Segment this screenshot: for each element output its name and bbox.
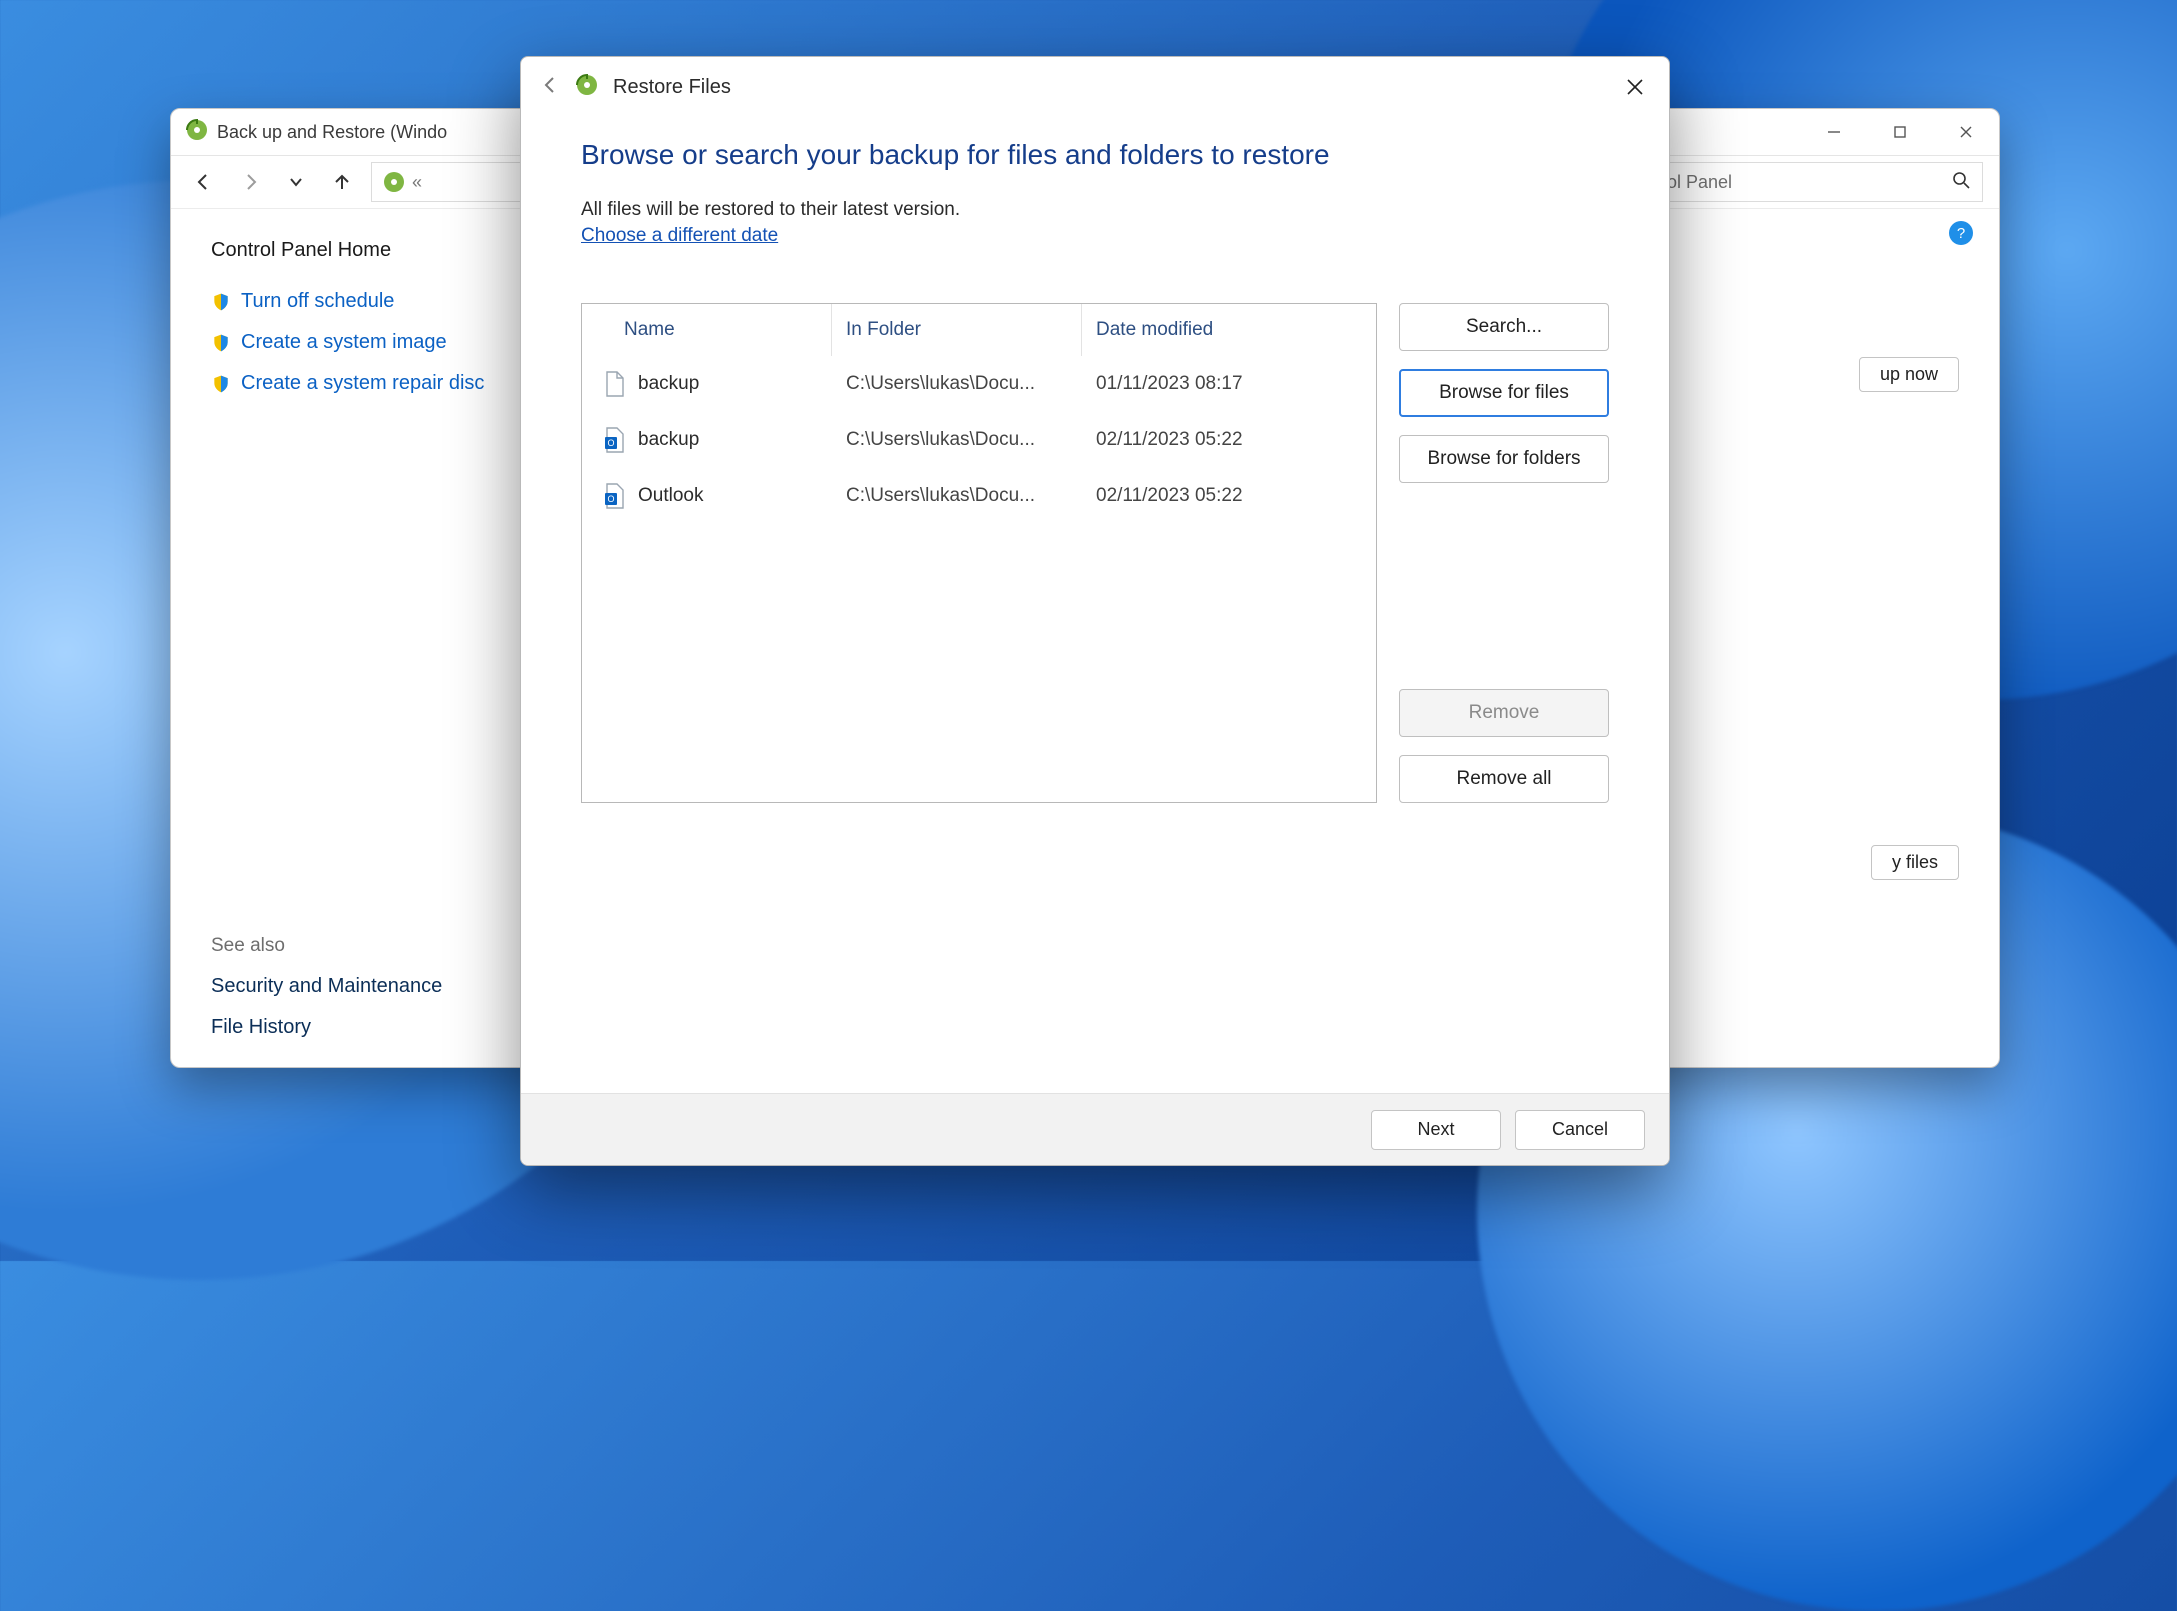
col-folder[interactable]: In Folder xyxy=(832,304,1082,356)
dialog-footer: Next Cancel xyxy=(521,1093,1669,1165)
minimize-button[interactable] xyxy=(1801,109,1867,155)
shield-icon xyxy=(211,333,231,353)
dialog-close-icon[interactable] xyxy=(1609,61,1661,113)
dialog-titlebar: Restore Files xyxy=(521,57,1669,117)
sidebar: Control Panel Home Turn off schedule Cre… xyxy=(171,209,501,1067)
backup-restore-app-icon xyxy=(185,118,209,147)
nav-up-icon[interactable] xyxy=(325,165,359,199)
file-date: 02/11/2023 05:22 xyxy=(1082,485,1376,507)
address-app-icon xyxy=(382,170,406,194)
dialog-heading: Browse or search your backup for files a… xyxy=(581,139,1609,171)
file-name: backup xyxy=(638,429,699,451)
search-icon xyxy=(1952,171,1970,194)
remove-button: Remove xyxy=(1399,689,1609,737)
control-panel-home-link[interactable]: Control Panel Home xyxy=(211,239,491,262)
restore-files-dialog: Restore Files Browse or search your back… xyxy=(520,56,1670,1166)
see-also-file-history[interactable]: File History xyxy=(211,1016,491,1039)
action-buttons: Search... Browse for files Browse for fo… xyxy=(1399,303,1609,803)
file-row[interactable]: backup C:\Users\lukas\Docu... 01/11/2023… xyxy=(582,356,1376,412)
cancel-button[interactable]: Cancel xyxy=(1515,1110,1645,1150)
task-turn-off-schedule[interactable]: Turn off schedule xyxy=(211,290,491,313)
task-label: Create a system image xyxy=(241,331,447,354)
task-label: Turn off schedule xyxy=(241,290,394,313)
nav-back-icon[interactable] xyxy=(187,165,221,199)
file-folder: C:\Users\lukas\Docu... xyxy=(832,485,1082,507)
see-also-label: See also xyxy=(211,935,491,957)
choose-date-link[interactable]: Choose a different date xyxy=(581,225,778,247)
task-create-system-image[interactable]: Create a system image xyxy=(211,331,491,354)
window-title: Back up and Restore (Windo xyxy=(217,122,447,143)
maximize-button[interactable] xyxy=(1867,109,1933,155)
restore-my-files-button[interactable]: y files xyxy=(1871,845,1959,880)
remove-all-button[interactable]: Remove all xyxy=(1399,755,1609,803)
dialog-title: Restore Files xyxy=(613,76,731,99)
file-folder: C:\Users\lukas\Docu... xyxy=(832,429,1082,451)
see-also-security[interactable]: Security and Maintenance xyxy=(211,975,491,998)
col-date[interactable]: Date modified xyxy=(1082,304,1376,356)
file-name: Outlook xyxy=(638,485,703,507)
close-button[interactable] xyxy=(1933,109,1999,155)
file-folder: C:\Users\lukas\Docu... xyxy=(832,373,1082,395)
task-create-repair-disc[interactable]: Create a system repair disc xyxy=(211,372,491,395)
file-row[interactable]: O backup C:\Users\lukas\Docu... 02/11/20… xyxy=(582,412,1376,468)
file-list[interactable]: Name In Folder Date modified backup C:\U… xyxy=(581,303,1377,803)
task-label: Create a system repair disc xyxy=(241,372,484,395)
outlook-file-icon: O xyxy=(604,483,626,509)
file-date: 01/11/2023 08:17 xyxy=(1082,373,1376,395)
restore-app-icon xyxy=(575,73,599,102)
nav-recent-icon[interactable] xyxy=(279,165,313,199)
search-button[interactable]: Search... xyxy=(1399,303,1609,351)
outlook-file-icon: O xyxy=(604,427,626,453)
nav-forward-icon[interactable] xyxy=(233,165,267,199)
shield-icon xyxy=(211,374,231,394)
help-icon[interactable]: ? xyxy=(1949,221,1973,245)
browse-folders-button[interactable]: Browse for folders xyxy=(1399,435,1609,483)
file-name: backup xyxy=(638,373,699,395)
file-icon xyxy=(604,371,626,397)
dialog-subtext: All files will be restored to their late… xyxy=(581,199,1609,221)
col-name[interactable]: Name xyxy=(582,304,832,356)
shield-icon xyxy=(211,292,231,312)
file-list-header: Name In Folder Date modified xyxy=(582,304,1376,356)
backup-now-button[interactable]: up now xyxy=(1859,357,1959,392)
browse-files-button[interactable]: Browse for files xyxy=(1399,369,1609,417)
svg-text:O: O xyxy=(607,438,614,448)
file-date: 02/11/2023 05:22 xyxy=(1082,429,1376,451)
next-button[interactable]: Next xyxy=(1371,1110,1501,1150)
file-row[interactable]: O Outlook C:\Users\lukas\Docu... 02/11/2… xyxy=(582,468,1376,524)
search-box[interactable]: trol Panel xyxy=(1643,162,1983,202)
breadcrumb-prefix: « xyxy=(412,172,422,193)
svg-text:O: O xyxy=(607,494,614,504)
dialog-back-icon[interactable] xyxy=(539,74,561,101)
